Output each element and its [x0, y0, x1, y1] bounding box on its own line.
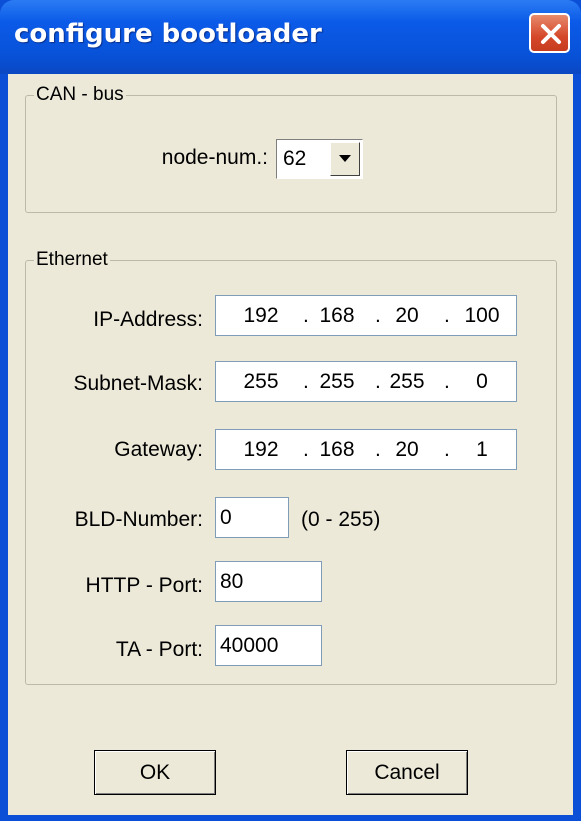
subnet-separator: . — [444, 370, 450, 393]
ip-octet[interactable]: 100 — [457, 296, 507, 335]
dropdown-button[interactable] — [330, 142, 360, 176]
subnet-octet[interactable]: 0 — [457, 362, 507, 401]
subnet-separator: . — [303, 370, 309, 393]
subnet-octet[interactable]: 255 — [236, 362, 286, 401]
http-port-input[interactable] — [216, 562, 321, 602]
cancel-button[interactable]: Cancel — [346, 750, 468, 795]
ip-separator: . — [303, 304, 309, 327]
ip-octet[interactable]: 192 — [236, 296, 286, 335]
gateway-label: Gateway: — [114, 438, 203, 461]
ip-separator: . — [375, 304, 381, 327]
ta-port-input[interactable] — [216, 626, 321, 666]
gateway-separator: . — [303, 438, 309, 461]
gateway-octet[interactable]: 192 — [236, 430, 286, 469]
bld-number-label: BLD-Number: — [74, 508, 203, 531]
bld-number-field[interactable] — [215, 497, 289, 538]
gateway-separator: . — [444, 438, 450, 461]
ok-button[interactable]: OK — [94, 750, 216, 795]
gateway-octet[interactable]: 168 — [312, 430, 362, 469]
close-icon — [541, 24, 561, 44]
subnet-mask-label: Subnet-Mask: — [73, 372, 203, 395]
ip-address-label: IP-Address: — [93, 308, 203, 331]
title-bar[interactable]: configure bootloader — [0, 0, 581, 74]
subnet-octet[interactable]: 255 — [382, 362, 432, 401]
ip-separator: . — [444, 304, 450, 327]
ip-octet[interactable]: 168 — [312, 296, 362, 335]
dialog-window: configure bootloader CAN - bus node-num.… — [0, 0, 581, 821]
node-num-label: node-num.: — [161, 146, 268, 169]
node-num-select[interactable]: 62 — [276, 139, 363, 179]
ip-octet[interactable]: 20 — [382, 296, 432, 335]
can-bus-legend: CAN - bus — [36, 84, 124, 105]
bld-number-input[interactable] — [216, 498, 288, 538]
http-port-field[interactable] — [215, 561, 322, 602]
ta-port-field[interactable] — [215, 625, 322, 666]
gateway-separator: . — [375, 438, 381, 461]
subnet-octet[interactable]: 255 — [312, 362, 362, 401]
gateway-octet[interactable]: 1 — [457, 430, 507, 469]
dialog-body: CAN - bus node-num.: 62 Ethernet IP-Addr… — [8, 74, 573, 815]
ethernet-legend: Ethernet — [36, 249, 108, 270]
gateway-field[interactable]: 192 . 168 . 20 . 1 — [215, 429, 517, 470]
ip-address-field[interactable]: 192 . 168 . 20 . 100 — [215, 295, 517, 336]
close-button[interactable] — [529, 13, 570, 53]
http-port-label: HTTP - Port: — [85, 574, 203, 597]
node-num-value: 62 — [283, 147, 307, 170]
subnet-mask-field[interactable]: 255 . 255 . 255 . 0 — [215, 361, 517, 402]
window-title: configure bootloader — [14, 19, 322, 49]
ta-port-label: TA - Port: — [115, 638, 203, 661]
bld-range-hint: (0 - 255) — [301, 508, 381, 531]
chevron-down-icon — [339, 155, 351, 162]
gateway-octet[interactable]: 20 — [382, 430, 432, 469]
subnet-separator: . — [375, 370, 381, 393]
